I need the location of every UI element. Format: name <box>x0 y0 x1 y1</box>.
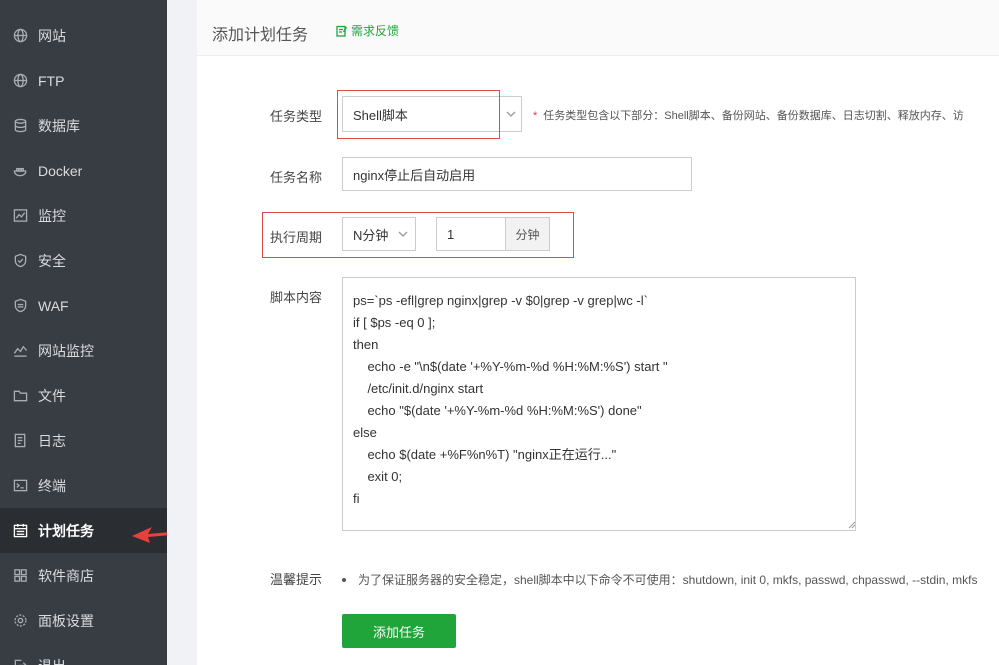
sidebar-item-database[interactable]: 数据库 <box>0 103 167 148</box>
sidebar-item-waf[interactable]: WAF <box>0 283 167 328</box>
sidebar-item-site-monitor[interactable]: 网站监控 <box>0 328 167 373</box>
line-chart-icon <box>12 343 28 359</box>
tips-label: 温馨提示 <box>270 572 323 587</box>
sidebar: 网站 FTP 数据库 Docker 监控 安全 WAF 网站监控 文件 日志 终… <box>0 0 167 665</box>
sidebar-item-label: Docker <box>38 162 83 179</box>
sidebar-item-terminal[interactable]: 终端 <box>0 463 167 508</box>
sidebar-item-app-store[interactable]: 软件商店 <box>0 553 167 598</box>
sidebar-item-website[interactable]: 网站 <box>0 13 167 58</box>
feedback-label: 需求反馈 <box>351 24 400 38</box>
monitor-chart-icon <box>12 208 28 224</box>
task-type-hint: * 任务类型包含以下部分：Shell脚本、备份网站、备份数据库、日志切割、释放内存… <box>533 110 964 122</box>
globe-icon <box>12 28 28 44</box>
sidebar-item-label: 监控 <box>38 207 66 224</box>
sidebar-item-label: 安全 <box>38 252 66 269</box>
main-content: 添加计划任务 需求反馈 任务类型 Shell脚本 * 任务类型包含以下部分：She… <box>167 0 999 665</box>
globe-icon <box>12 73 28 89</box>
sidebar-item-docker[interactable]: Docker <box>0 148 167 193</box>
gear-icon <box>12 613 28 629</box>
interval-value: 1 <box>447 226 455 242</box>
sidebar-item-logout[interactable]: 退出 <box>0 643 167 665</box>
script-label: 脚本内容 <box>270 290 323 305</box>
docker-icon <box>12 163 28 179</box>
sidebar-item-label: FTP <box>38 72 65 89</box>
sidebar-item-security[interactable]: 安全 <box>0 238 167 283</box>
period-select[interactable]: N分钟 <box>342 217 416 251</box>
chevron-down-icon <box>391 218 415 250</box>
task-type-select[interactable]: Shell脚本 <box>342 96 522 132</box>
sidebar-item-label: 退出 <box>38 656 66 665</box>
tips-text: 为了保证服务器的安全稳定，shell脚本中以下命令不可使用：shutdown, … <box>358 573 978 587</box>
schedule-label: 执行周期 <box>270 230 323 245</box>
shield-icon <box>12 253 28 269</box>
task-type-value: Shell脚本 <box>353 107 408 123</box>
task-name-input[interactable]: nginx停止后自动启用 <box>342 157 692 191</box>
task-type-label: 任务类型 <box>270 109 323 124</box>
log-icon <box>12 433 28 449</box>
sidebar-item-label: 日志 <box>38 432 66 449</box>
sidebar-item-panel-settings[interactable]: 面板设置 <box>0 598 167 643</box>
sidebar-item-label: 计划任务 <box>38 522 94 539</box>
task-name-label: 任务名称 <box>270 170 323 185</box>
panel-header: 添加计划任务 需求反馈 <box>197 0 999 56</box>
bullet-icon <box>342 577 346 582</box>
sidebar-item-label: 终端 <box>38 477 66 494</box>
add-task-button[interactable]: 添加任务 <box>342 614 456 648</box>
waf-shield-icon <box>12 298 28 314</box>
sidebar-item-label: WAF <box>38 297 69 314</box>
tips-item: 为了保证服务器的安全稳定，shell脚本中以下命令不可使用：shutdown, … <box>342 571 977 588</box>
feedback-link[interactable]: 需求反馈 <box>336 22 399 39</box>
terminal-icon <box>12 478 28 494</box>
edit-icon <box>336 25 348 37</box>
sidebar-item-files[interactable]: 文件 <box>0 373 167 418</box>
logout-icon <box>12 658 28 665</box>
sidebar-item-label: 网站 <box>38 27 66 44</box>
interval-unit: 分钟 <box>505 217 550 251</box>
sidebar-item-label: 文件 <box>38 387 66 404</box>
database-icon <box>12 118 28 134</box>
chevron-down-icon <box>499 97 521 131</box>
resize-grip-icon[interactable] <box>848 521 856 529</box>
script-textarea[interactable]: ps=`ps -efl|grep nginx|grep -v $0|grep -… <box>342 277 856 531</box>
interval-input[interactable]: 1 <box>436 217 506 251</box>
sidebar-item-label: 数据库 <box>38 117 80 134</box>
page-title: 添加计划任务 <box>212 27 309 44</box>
calendar-icon <box>12 523 28 539</box>
task-name-value: nginx停止后自动启用 <box>353 167 476 183</box>
add-cron-panel: 添加计划任务 需求反馈 任务类型 Shell脚本 * 任务类型包含以下部分：She… <box>197 0 999 665</box>
sidebar-item-label: 面板设置 <box>38 612 94 629</box>
sidebar-item-label: 网站监控 <box>38 342 94 359</box>
sidebar-item-label: 软件商店 <box>38 567 94 584</box>
sidebar-item-monitor[interactable]: 监控 <box>0 193 167 238</box>
folder-icon <box>12 388 28 404</box>
sidebar-item-logs[interactable]: 日志 <box>0 418 167 463</box>
sidebar-item-ftp[interactable]: FTP <box>0 58 167 103</box>
period-value: N分钟 <box>353 227 389 243</box>
apps-grid-icon <box>12 568 28 584</box>
